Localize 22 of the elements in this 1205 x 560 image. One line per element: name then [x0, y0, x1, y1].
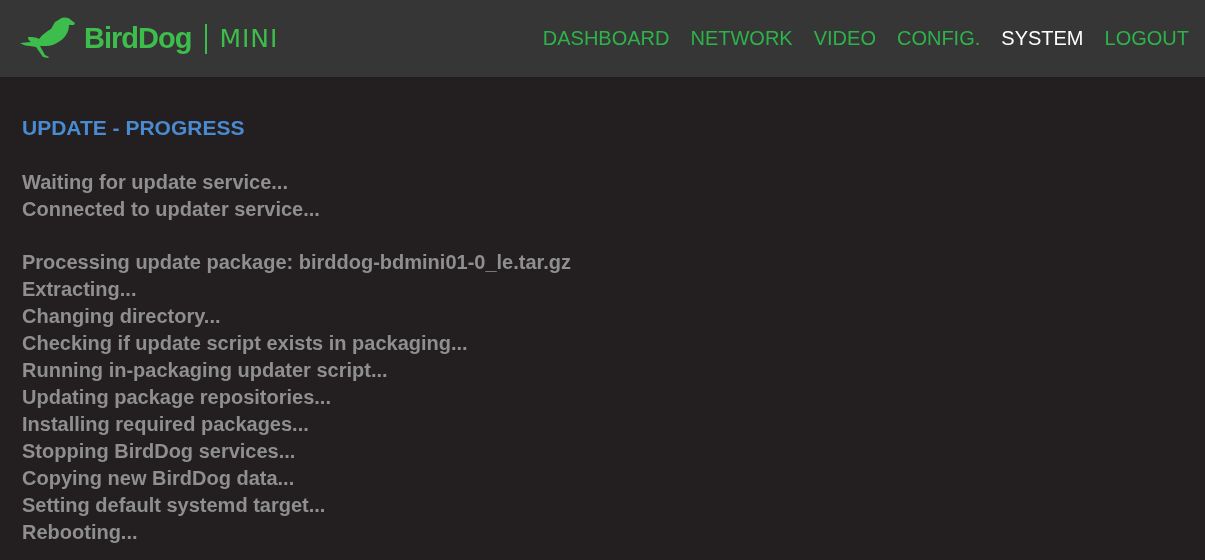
log-line: Processing update package: birddog-bdmini01-0_le.tar.gz: [22, 250, 572, 275]
nav-link[interactable]: VIDEO: [813, 27, 876, 50]
nav-link[interactable]: DASHBOARD: [542, 27, 670, 50]
log-line: Waiting for update service...: [22, 170, 289, 195]
brand-name: BirdDog: [84, 22, 192, 55]
log-line: Running in-packaging updater script...: [22, 358, 389, 383]
page-title: UPDATE - PROGRESS: [22, 115, 246, 141]
log-line: Extracting...: [22, 277, 138, 302]
log-line: Rebooting...: [22, 520, 139, 545]
log-line: Changing directory...: [22, 304, 222, 329]
product-name: MINI: [219, 24, 279, 53]
nav-link[interactable]: NETWORK: [690, 27, 793, 50]
log-line: Connected to updater service...: [22, 197, 321, 222]
log-line: Setting default systemd target...: [22, 493, 327, 518]
nav-link[interactable]: CONFIG.: [896, 27, 981, 50]
nav-link[interactable]: LOGOUT: [1104, 27, 1189, 50]
log-line: Checking if update script exists in packaging...: [22, 331, 469, 356]
log-line: Copying new BirdDog data...: [22, 466, 296, 491]
log-line: Stopping BirdDog services...: [22, 439, 297, 464]
log-line: Installing required packages...: [22, 412, 310, 437]
nav-link[interactable]: SYSTEM: [1001, 27, 1084, 50]
log-line: Updating package repositories...: [22, 385, 332, 410]
